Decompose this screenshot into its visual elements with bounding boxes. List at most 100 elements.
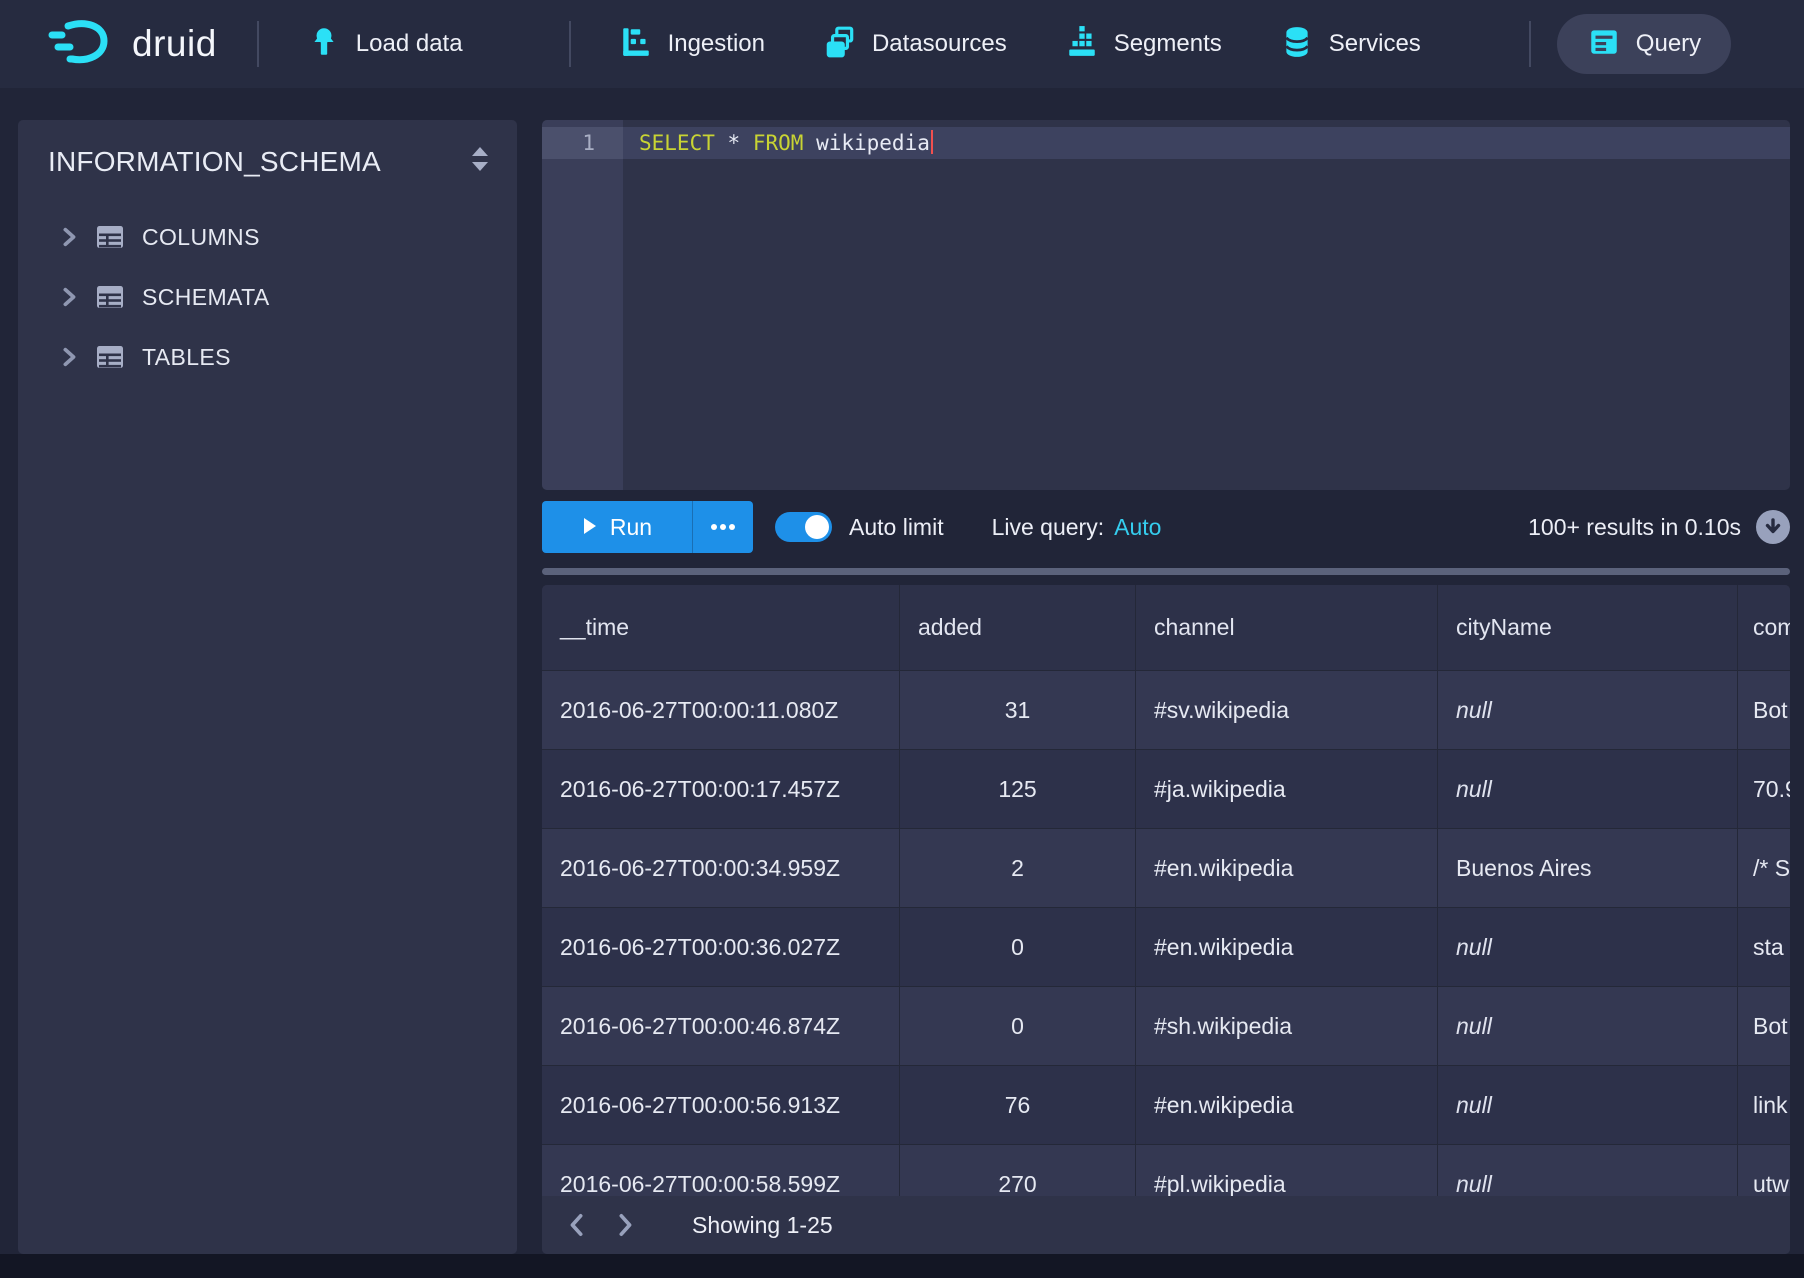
cell-cityname[interactable]: Buenos Aires	[1438, 829, 1738, 907]
download-arrow-icon	[1763, 517, 1783, 537]
cell-channel[interactable]: #sh.wikipedia	[1136, 987, 1438, 1065]
cell-cityname[interactable]: null	[1438, 987, 1738, 1065]
druid-brand-text: druid	[132, 23, 217, 65]
download-button[interactable]	[1756, 510, 1790, 544]
top-navbar: druid Load data	[0, 0, 1804, 88]
table-row: 2016-06-27T00:00:17.457Z 125 #ja.wikiped…	[542, 749, 1790, 828]
cell-time[interactable]: 2016-06-27T00:00:34.959Z	[542, 829, 900, 907]
tree-item-label: TABLES	[142, 344, 231, 371]
sql-text[interactable]: SELECT * FROM wikipedia	[623, 127, 1790, 159]
code-line-1[interactable]: 1 SELECT * FROM wikipedia	[542, 127, 1790, 159]
schema-title: INFORMATION_SCHEMA	[48, 146, 381, 178]
cell-added[interactable]: 0	[900, 908, 1136, 986]
table-row: 2016-06-27T00:00:36.027Z 0 #en.wikipedia…	[542, 907, 1790, 986]
cell-cityname[interactable]: null	[1438, 750, 1738, 828]
cell-added[interactable]: 2	[900, 829, 1136, 907]
cell-added[interactable]: 0	[900, 987, 1136, 1065]
column-header-comment[interactable]: comment	[1738, 585, 1790, 670]
cell-comment[interactable]: /* S	[1738, 829, 1790, 907]
cell-time[interactable]: 2016-06-27T00:00:46.874Z	[542, 987, 900, 1065]
app-background: druid Load data	[0, 0, 1804, 1278]
table-icon	[94, 281, 126, 313]
nav-item-ingestion[interactable]: Ingestion	[619, 25, 765, 64]
cell-cityname[interactable]: null	[1438, 671, 1738, 749]
table-header-row: __time added channel cityName comment	[542, 585, 1790, 670]
line-number: 1	[542, 127, 623, 159]
nav-item-segments[interactable]: Segments	[1065, 25, 1222, 64]
table-row: 2016-06-27T00:00:11.080Z 31 #sv.wikipedi…	[542, 670, 1790, 749]
cell-comment[interactable]: Bot	[1738, 987, 1790, 1065]
database-icon	[1280, 25, 1314, 64]
pagination-bar: Showing 1-25	[542, 1196, 1790, 1254]
tree-item-schemata[interactable]: SCHEMATA	[18, 267, 517, 327]
nav-label: Load data	[356, 30, 463, 58]
cell-comment[interactable]: sta	[1738, 908, 1790, 986]
schema-tree: COLUMNS SCHEMATA	[18, 207, 517, 387]
column-header-channel[interactable]: channel	[1136, 585, 1438, 670]
column-header-cityname[interactable]: cityName	[1438, 585, 1738, 670]
table-icon	[94, 221, 126, 253]
cell-channel[interactable]: #en.wikipedia	[1136, 829, 1438, 907]
table-icon	[94, 341, 126, 373]
chevron-right-icon[interactable]	[58, 346, 80, 368]
double-caret-vertical-icon[interactable]	[467, 144, 493, 179]
cell-channel[interactable]: #en.wikipedia	[1136, 908, 1438, 986]
auto-limit-label: Auto limit	[849, 514, 944, 541]
results-table: __time added channel cityName comment 20…	[542, 585, 1790, 1254]
cell-channel[interactable]: #ja.wikipedia	[1136, 750, 1438, 828]
nav-label: Segments	[1114, 30, 1222, 58]
tree-item-columns[interactable]: COLUMNS	[18, 207, 517, 267]
query-toolbar: Run Auto limit Live query: Auto 100+ res…	[542, 501, 1790, 553]
run-button[interactable]: Run	[542, 501, 692, 553]
nav-item-query-active[interactable]: Query	[1557, 14, 1731, 74]
cell-cityname[interactable]: null	[1438, 1066, 1738, 1144]
druid-logo[interactable]: druid	[46, 17, 217, 72]
cell-added[interactable]: 76	[900, 1066, 1136, 1144]
pagination-status: Showing 1-25	[692, 1212, 833, 1239]
ellipsis-icon	[710, 523, 736, 531]
cell-comment[interactable]: 70.9	[1738, 750, 1790, 828]
cell-added[interactable]: 125	[900, 750, 1136, 828]
live-query-value[interactable]: Auto	[1114, 514, 1161, 541]
cell-time[interactable]: 2016-06-27T00:00:11.080Z	[542, 671, 900, 749]
cell-channel[interactable]: #sv.wikipedia	[1136, 671, 1438, 749]
schema-sidebar: INFORMATION_SCHEMA	[18, 120, 517, 1254]
navbar-divider	[257, 21, 259, 67]
navbar-divider	[1529, 21, 1531, 67]
chevron-right-icon[interactable]	[58, 226, 80, 248]
sql-keyword: FROM	[753, 131, 804, 155]
column-header-time[interactable]: __time	[542, 585, 900, 670]
tree-item-tables[interactable]: TABLES	[18, 327, 517, 387]
text-cursor	[931, 130, 933, 154]
nav-label: Services	[1329, 30, 1421, 58]
bottom-strip	[0, 1254, 1804, 1278]
sql-operator: *	[728, 131, 741, 155]
cell-channel[interactable]: #en.wikipedia	[1136, 1066, 1438, 1144]
previous-page-button[interactable]	[560, 1208, 594, 1242]
editor-gutter	[542, 120, 623, 490]
run-more-options-button[interactable]	[692, 501, 753, 553]
nav-item-datasources[interactable]: Datasources	[823, 25, 1007, 64]
navbar-divider	[569, 21, 571, 67]
nav-item-services[interactable]: Services	[1280, 25, 1421, 64]
cell-time[interactable]: 2016-06-27T00:00:56.913Z	[542, 1066, 900, 1144]
next-page-button[interactable]	[608, 1208, 642, 1242]
toggle-knob	[805, 515, 829, 539]
druid-logo-icon	[46, 17, 118, 72]
cell-comment[interactable]: link	[1738, 1066, 1790, 1144]
cell-comment[interactable]: Bot	[1738, 671, 1790, 749]
nav-label: Datasources	[872, 30, 1007, 58]
cell-added[interactable]: 31	[900, 671, 1136, 749]
horizontal-scrollbar[interactable]	[542, 568, 1790, 575]
chevron-right-icon[interactable]	[58, 286, 80, 308]
column-header-added[interactable]: added	[900, 585, 1136, 670]
chevron-right-icon	[614, 1212, 636, 1238]
sql-editor[interactable]: 1 SELECT * FROM wikipedia	[542, 120, 1790, 490]
cell-cityname[interactable]: null	[1438, 908, 1738, 986]
chevron-left-icon	[566, 1212, 588, 1238]
auto-limit-toggle[interactable]	[775, 512, 832, 542]
results-info: 100+ results in 0.10s	[1528, 514, 1741, 541]
nav-item-load-data[interactable]: Load data	[307, 25, 463, 64]
cell-time[interactable]: 2016-06-27T00:00:36.027Z	[542, 908, 900, 986]
cell-time[interactable]: 2016-06-27T00:00:17.457Z	[542, 750, 900, 828]
